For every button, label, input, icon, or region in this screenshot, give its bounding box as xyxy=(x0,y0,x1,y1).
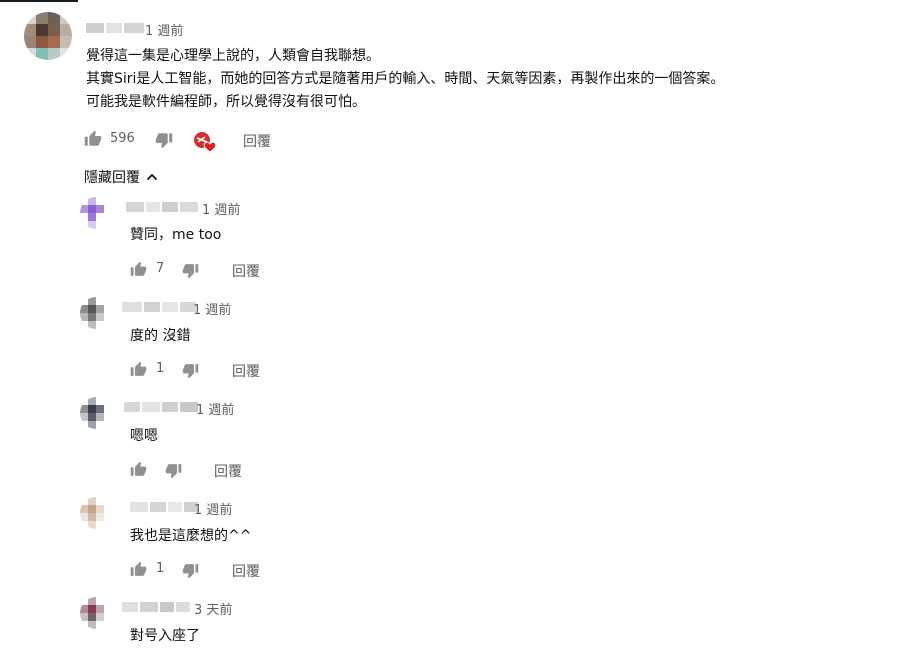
like-button[interactable] xyxy=(130,261,147,278)
comment-text: 贊同，me too xyxy=(130,227,222,243)
comment-text: 對号入座了 xyxy=(130,628,200,644)
thumb-up-icon xyxy=(130,261,147,276)
creator-heart-button[interactable] xyxy=(192,130,218,154)
reply-button[interactable]: 回覆 xyxy=(232,561,260,581)
thumb-up-icon xyxy=(130,461,147,476)
like-button[interactable] xyxy=(130,361,147,378)
reply-button[interactable]: 回覆 xyxy=(232,261,260,281)
author-name-blurred[interactable] xyxy=(130,499,198,515)
dislike-button[interactable] xyxy=(165,462,182,479)
thumb-up-icon xyxy=(84,130,102,146)
thumb-down-icon xyxy=(155,133,173,149)
avatar[interactable] xyxy=(80,597,112,629)
comment-text: 嗯嗯 xyxy=(130,428,158,444)
avatar[interactable] xyxy=(80,397,112,429)
dislike-button[interactable] xyxy=(155,131,173,149)
thumb-down-icon xyxy=(182,264,199,279)
like-count: 596 xyxy=(110,131,135,146)
reply-button[interactable]: 回覆 xyxy=(214,461,242,481)
thumb-down-icon xyxy=(182,364,199,379)
hide-replies-button[interactable]: 隱藏回覆 xyxy=(84,167,158,187)
creator-heart-icon xyxy=(194,132,217,153)
comment-text-line: 覺得這一集是心理學上說的，人類會自我聯想。 xyxy=(86,48,380,64)
comment-time[interactable]: 1 週前 xyxy=(145,20,183,39)
dislike-button[interactable] xyxy=(182,262,199,279)
author-name-blurred[interactable] xyxy=(86,20,144,36)
like-button[interactable] xyxy=(130,561,147,578)
comment-time[interactable]: 1 週前 xyxy=(202,199,240,218)
author-name-blurred[interactable] xyxy=(126,199,198,215)
avatar[interactable] xyxy=(80,197,112,229)
comment-time[interactable]: 1 週前 xyxy=(194,499,232,518)
comment-text-line: 其實Siri是人工智能，而她的回答方式是隨著用戶的輸入、時間、天氣等因素，再製作… xyxy=(86,71,725,87)
like-button[interactable] xyxy=(84,130,102,148)
author-name-blurred[interactable] xyxy=(122,299,196,315)
hide-replies-label: 隱藏回覆 xyxy=(84,170,140,186)
comment-text: 我也是這麼想的^^ xyxy=(130,528,252,544)
like-count: 1 xyxy=(156,561,165,576)
author-name-blurred[interactable] xyxy=(122,599,190,615)
avatar[interactable] xyxy=(24,12,72,60)
reply-button[interactable]: 回覆 xyxy=(232,361,260,381)
thumb-down-icon xyxy=(165,464,182,479)
like-button[interactable] xyxy=(130,461,147,478)
thumb-up-icon xyxy=(130,561,147,576)
reply-button[interactable]: 回覆 xyxy=(243,131,271,151)
top-divider xyxy=(0,0,78,2)
dislike-button[interactable] xyxy=(182,362,199,379)
like-count: 7 xyxy=(156,261,165,276)
comment-time[interactable]: 1 週前 xyxy=(193,299,231,318)
like-count: 1 xyxy=(156,361,165,376)
thumb-up-icon xyxy=(130,361,147,376)
comment-text: 度的 沒錯 xyxy=(130,328,191,344)
thumb-down-icon xyxy=(182,564,199,579)
dislike-button[interactable] xyxy=(182,562,199,579)
comment-time[interactable]: 1 週前 xyxy=(196,399,234,418)
comment-time[interactable]: 3 天前 xyxy=(194,599,232,618)
avatar[interactable] xyxy=(80,497,112,529)
chevron-up-icon xyxy=(146,173,158,181)
comment-text-line: 可能我是軟件編程師，所以覺得沒有很可怕。 xyxy=(86,94,366,110)
avatar[interactable] xyxy=(80,297,112,329)
author-name-blurred[interactable] xyxy=(124,399,198,415)
